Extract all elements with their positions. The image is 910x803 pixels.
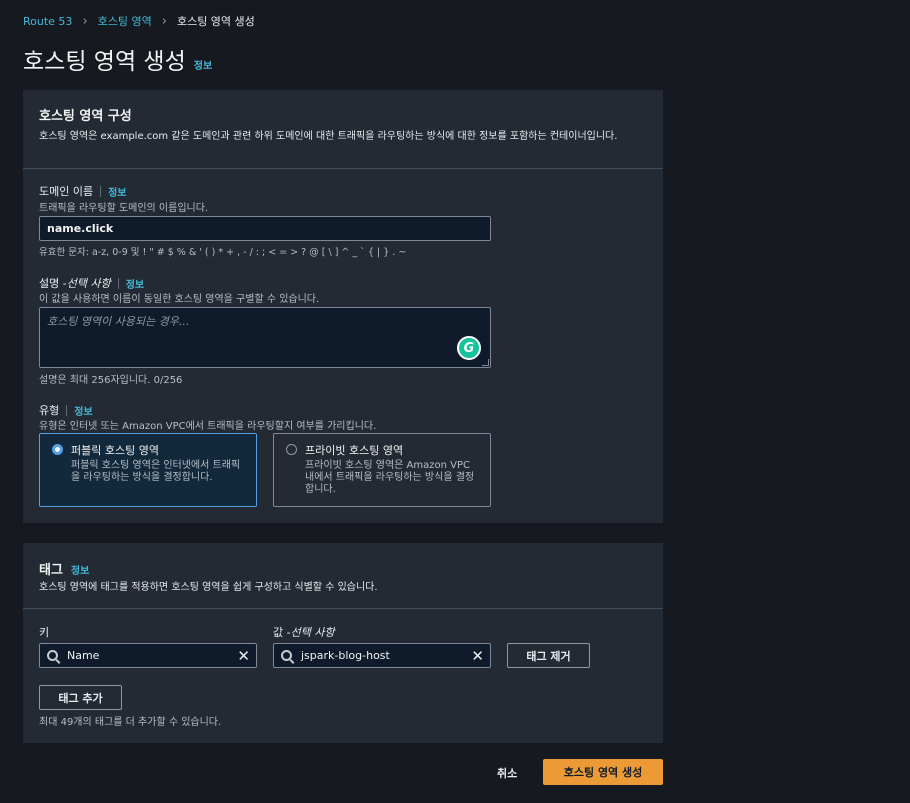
private-option-desc: 프라이빗 호스팅 영역은 Amazon VPC 내에서 트래픽을 라우팅하는 방… [305,460,475,495]
clear-icon[interactable]: ✕ [471,648,484,664]
type-label-text: 유형 [39,404,60,417]
tags-title: 태그 [39,563,63,578]
domain-name-label-text: 도메인 이름 [39,185,94,198]
config-panel-header: 호스팅 영역 구성 호스팅 영역은 example.com 같은 도메인과 관련… [23,90,663,169]
description-label-optional: 선택 사항 [66,277,111,290]
description-hint: 이 값을 사용하면 이름이 동일한 호스팅 영역을 구별할 수 있습니다. [39,294,320,305]
breadcrumb-route53[interactable]: Route 53 [23,15,72,28]
tag-key-label: 키 [39,626,50,639]
create-hosted-zone-button[interactable]: 호스팅 영역 생성 [543,759,663,785]
description-info-link[interactable]: 정보 [126,276,144,291]
description-counter: 설명은 최대 256자입니다. 0/256 [39,375,183,386]
resize-handle-icon[interactable] [482,359,489,366]
description-label-main: 설명 - [39,277,67,290]
description-placeholder: 호스팅 영역이 사용되는 경우... [47,315,190,328]
chevron-right-icon: › [161,13,167,29]
tag-value-label-main: 값 - [273,626,291,639]
public-option-title: 퍼블릭 호스팅 영역 [71,444,159,457]
tag-key-input[interactable]: Name ✕ [39,643,257,668]
type-hint: 유형은 인터넷 또는 Amazon VPC에서 트래픽을 라우팅할지 여부를 가… [39,421,377,432]
clear-icon[interactable]: ✕ [237,648,250,664]
public-hosted-zone-option[interactable]: 퍼블릭 호스팅 영역 퍼블릭 호스팅 영역은 인터넷에서 트래픽을 라우팅하는 … [39,433,257,507]
domain-name-constraint: 유효한 문자: a-z, 0-9 및 ! " # $ % & ' ( ) * +… [39,247,407,258]
tag-value-label: 값 - 선택 사항 [273,624,335,640]
page-title: 호스팅 영역 생성 [23,49,186,75]
tags-description: 호스팅 영역에 태그를 적용하면 호스팅 영역을 쉽게 구성하고 식별할 수 있… [39,582,378,593]
page-title-row: 호스팅 영역 생성 정보 [23,42,212,76]
public-option-desc: 퍼블릭 호스팅 영역은 인터넷에서 트래픽을 라우팅하는 방식을 결정합니다. [71,460,241,483]
type-label: 유형 정보 [39,402,93,418]
breadcrumb-current: 호스팅 영역 생성 [176,15,255,28]
remove-tag-button[interactable]: 태그 제거 [507,643,590,668]
cancel-button[interactable]: 취소 [497,765,517,781]
radio-selected-icon[interactable] [52,444,63,455]
tags-limit-hint: 최대 49개의 태그를 더 추가할 수 있습니다. [39,717,222,728]
hosted-zone-config-panel: 호스팅 영역 구성 호스팅 영역은 example.com 같은 도메인과 관련… [23,90,663,523]
chevron-right-icon: › [82,13,88,29]
grammarly-icon[interactable]: G [457,336,481,360]
tag-value-value: jspark-blog-host [301,649,390,662]
tag-value-label-optional: 선택 사항 [290,626,335,639]
private-hosted-zone-option[interactable]: 프라이빗 호스팅 영역 프라이빗 호스팅 영역은 Amazon VPC 내에서 … [273,433,491,507]
tags-panel-header: 태그 정보 호스팅 영역에 태그를 적용하면 호스팅 영역을 쉽게 구성하고 식… [23,543,663,609]
label-divider [66,404,68,416]
add-tag-button[interactable]: 태그 추가 [39,685,122,710]
private-option-title: 프라이빗 호스팅 영역 [305,444,404,457]
search-icon [281,650,292,661]
tag-value-input[interactable]: jspark-blog-host ✕ [273,643,491,668]
tags-info-link[interactable]: 정보 [71,562,89,577]
tags-panel: 태그 정보 호스팅 영역에 태그를 적용하면 호스팅 영역을 쉽게 구성하고 식… [23,543,663,743]
type-info-link[interactable]: 정보 [74,403,92,418]
page-info-link[interactable]: 정보 [194,57,212,72]
public-option-text: 퍼블릭 호스팅 영역 퍼블릭 호스팅 영역은 인터넷에서 트래픽을 라우팅하는 … [71,442,244,500]
radio-unselected-icon[interactable] [286,444,297,455]
label-divider [100,185,102,197]
config-panel-title: 호스팅 영역 구성 [39,109,132,124]
description-label: 설명 - 선택 사항 정보 [39,275,144,291]
breadcrumb-hosted-zones[interactable]: 호스팅 영역 [98,13,152,29]
tag-key-value: Name [67,649,100,662]
domain-name-label: 도메인 이름 정보 [39,183,127,199]
breadcrumb: Route 53 › 호스팅 영역 › 호스팅 영역 생성 [23,13,255,29]
domain-info-link[interactable]: 정보 [108,184,126,199]
private-option-text: 프라이빗 호스팅 영역 프라이빗 호스팅 영역은 Amazon VPC 내에서 … [305,442,478,500]
config-panel-description: 호스팅 영역은 example.com 같은 도메인과 관련 하위 도메인에 대… [39,131,618,142]
domain-name-hint: 트래픽을 라우팅할 도메인의 이름입니다. [39,203,209,214]
tags-title-row: 태그 정보 [39,559,647,578]
search-icon [47,650,58,661]
domain-name-input[interactable]: name.click [39,216,491,241]
description-textarea[interactable]: 호스팅 영역이 사용되는 경우... G [39,307,491,368]
label-divider [117,277,119,289]
